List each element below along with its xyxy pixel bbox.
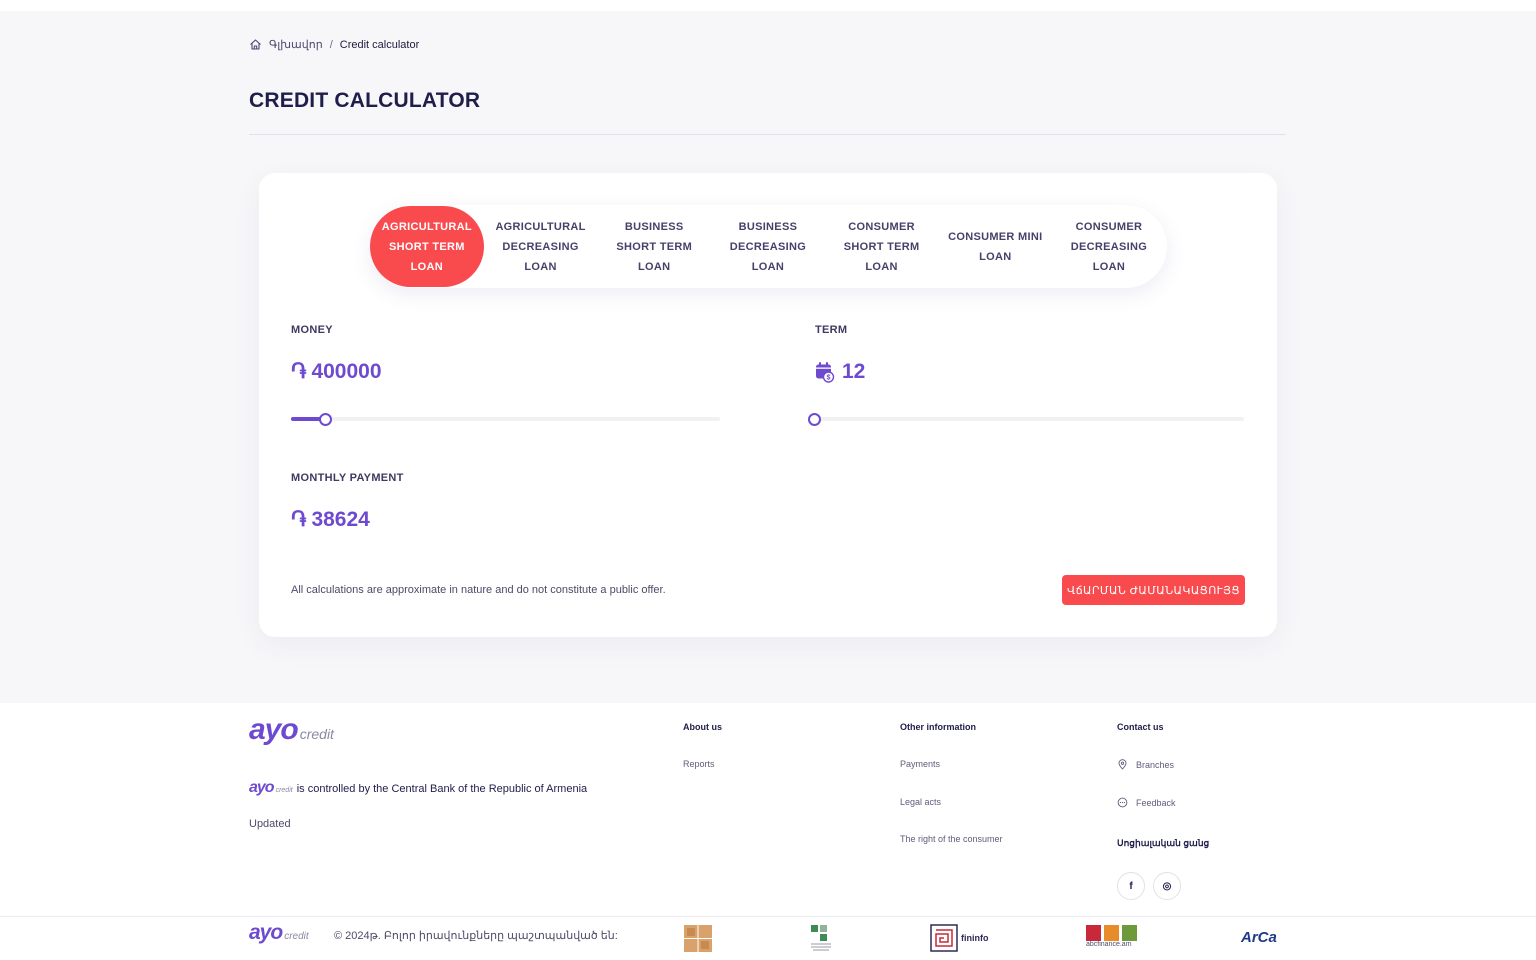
regulator-text: is controlled by the Central Bank of the… [296,783,588,795]
term-amount: 12 [842,360,866,383]
social-title: Սոցիալական ցանց [1117,838,1210,848]
partner-logo-fininfo[interactable]: fininfo [930,924,989,952]
money-slider-thumb[interactable] [319,413,333,426]
footer-link-legal-acts[interactable]: Legal acts [900,797,941,807]
chat-bubble-icon [1117,797,1128,808]
loan-type-tabs: AGRICULTURAL SHORT TERM LOAN AGRICULTURA… [370,205,1167,288]
term-slider-thumb[interactable] [808,413,821,426]
feedback-label: Feedback [1136,797,1176,808]
footer-link-consumer-rights[interactable]: The right of the consumer [900,834,1003,844]
logo-sub: credit [284,931,309,942]
breadcrumb: Գլխավոր / Credit calculator [249,38,419,51]
money-amount: 400000 [311,360,382,383]
about-title: About us [683,722,722,732]
tab-consumer-mini-loan[interactable]: CONSUMER MINI LOAN [938,206,1052,287]
partner-logo-abcfinance[interactable]: abcfinance.am [1086,925,1138,948]
footer-link-branches[interactable]: Branches [1117,759,1174,770]
branches-label: Branches [1136,759,1175,770]
regulator-note: ayo credit is controlled by the Central … [249,779,587,797]
logo-mark: ayo [249,779,275,796]
term-slider-track[interactable] [814,417,1244,421]
dram-icon: ֏ [291,508,307,531]
tab-consumer-short-term-loan[interactable]: CONSUMER SHORT TERM LOAN [825,206,939,287]
footer-link-reports[interactable]: Reports [683,759,715,769]
tab-agricultural-short-term-loan[interactable]: AGRICULTURAL SHORT TERM LOAN [370,206,484,287]
monthly-payment-label: MONTHLY PAYMENT [291,472,404,484]
contact-title: Contact us [1117,722,1164,732]
calculator-card: AGRICULTURAL SHORT TERM LOAN AGRICULTURA… [259,173,1277,637]
partner-logo-arca[interactable]: ArCa [1241,929,1277,946]
facebook-icon[interactable]: f [1117,872,1145,900]
logo-sub: credit [275,787,293,794]
location-pin-icon [1117,759,1128,770]
tab-agricultural-decreasing-loan[interactable]: AGRICULTURAL DECREASING LOAN [484,206,598,287]
abcfinance-label: abcfinance.am [1086,941,1132,948]
logo-sub: credit [299,726,334,742]
partner-logo-cba[interactable] [684,925,712,952]
bottom-bar: ayo credit © 2024թ. Բոլոր իրավունքները պ… [0,916,1536,960]
money-value: ֏ 400000 [291,360,382,384]
footer-link-feedback[interactable]: Feedback [1117,797,1176,808]
title-divider [249,134,1286,135]
money-slider[interactable] [291,413,720,426]
term-value: $ 12 [815,360,865,384]
dram-icon: ֏ [291,360,307,383]
inline-logo: ayo credit [249,779,293,797]
money-slider-track[interactable] [291,417,720,421]
payment-schedule-button[interactable]: ՎճԱՐՄԱՆ ԺԱՄԱՆԱԿԱՑՈՒՅՑ [1062,575,1245,605]
svg-text:$: $ [827,375,831,382]
home-icon[interactable] [249,38,262,51]
monthly-payment-value: ֏ 38624 [291,508,370,532]
copyright-text: © 2024թ. Բոլոր իրավունքները պաշտպանված ե… [334,930,618,942]
top-bar [0,0,1536,11]
calendar-money-icon: $ [815,361,835,383]
other-info-title: Other information [900,722,976,732]
term-label: TERM [815,324,848,336]
tab-business-decreasing-loan[interactable]: BUSINESS DECREASING LOAN [711,206,825,287]
footer-link-payments[interactable]: Payments [900,759,940,769]
updated-text: Updated [249,818,291,830]
term-slider[interactable] [808,413,1244,426]
breadcrumb-separator: / [329,38,333,51]
disclaimer-text: All calculations are approximate in natu… [291,584,666,596]
money-label: MONEY [291,324,333,336]
logo-mark: ayo [249,921,283,944]
tab-consumer-decreasing-loan[interactable]: CONSUMER DECREASING LOAN [1052,206,1166,287]
breadcrumb-home-link[interactable]: Գլխավոր [269,38,323,51]
logo-mark: ayo [249,713,299,746]
page-title: CREDIT CALCULATOR [249,89,481,112]
footer-logo[interactable]: ayo credit [249,713,334,747]
fininfo-label: fininfo [961,933,989,943]
monthly-payment-amount: 38624 [311,508,370,531]
bottom-logo[interactable]: ayo credit [249,921,309,945]
instagram-icon[interactable]: ◎ [1153,872,1181,900]
breadcrumb-current: Credit calculator [339,38,420,51]
partner-logo-guarantee-fund[interactable] [809,923,833,951]
tab-business-short-term-loan[interactable]: BUSINESS SHORT TERM LOAN [597,206,711,287]
